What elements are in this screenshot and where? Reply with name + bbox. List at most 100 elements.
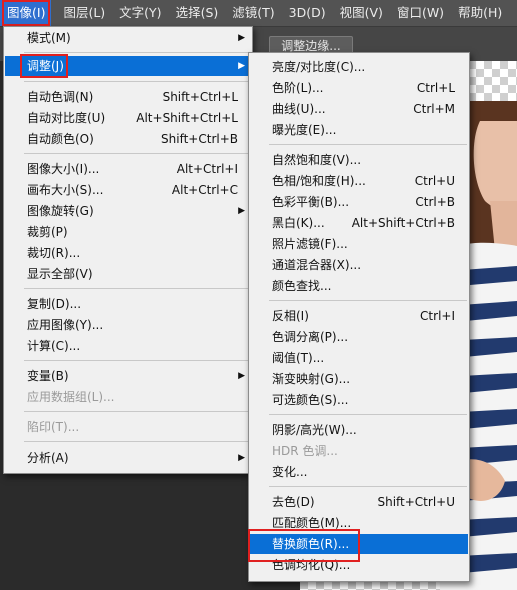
- menu-item-image-rotation[interactable]: 图像旋转(G) ▶: [5, 201, 251, 221]
- menu-item-equalize[interactable]: 色调均化(Q)...: [250, 555, 468, 575]
- menu-separator: [24, 153, 250, 154]
- menu-item-vibrance[interactable]: 自然饱和度(V)...: [250, 150, 468, 170]
- menu-item-label: 色调分离(P)...: [272, 330, 349, 344]
- menu-separator: [24, 441, 250, 442]
- menu-item-threshold[interactable]: 阈值(T)...: [250, 348, 468, 368]
- menu-item-match-color[interactable]: 匹配颜色(M)...: [250, 513, 468, 533]
- menu-item-label: 模式(M): [27, 31, 71, 45]
- image-menu-dropdown: 模式(M) ▶ 调整(J) ▶ 自动色调(N) Shift+Ctrl+L 自动对…: [3, 26, 253, 474]
- menu-item-label: HDR 色调...: [272, 444, 338, 458]
- menu-item-duplicate[interactable]: 复制(D)...: [5, 294, 251, 314]
- menu-separator: [24, 81, 250, 82]
- submenu-arrow-icon: ▶: [238, 61, 245, 71]
- menu-item-shortcut: Ctrl+L: [416, 81, 455, 95]
- menu-item-shortcut: Shift+Ctrl+L: [162, 90, 238, 104]
- menu-item-shortcut: Alt+Shift+Ctrl+B: [351, 216, 455, 230]
- menu-separator: [269, 486, 467, 487]
- menu-item-label: 应用图像(Y)...: [27, 318, 104, 332]
- menu-bar: 图像(I) 图层(L) 文字(Y) 选择(S) 滤镜(T) 3D(D) 视图(V…: [0, 0, 517, 27]
- menu-item-replace-color[interactable]: 替换颜色(R)...: [250, 534, 468, 554]
- menu-window[interactable]: 窗口(W): [390, 0, 451, 26]
- adjustments-submenu: 亮度/对比度(C)... 色阶(L)... Ctrl+L 曲线(U)... Ct…: [248, 52, 470, 582]
- menu-item-exposure[interactable]: 曝光度(E)...: [250, 120, 468, 140]
- menu-help[interactable]: 帮助(H): [451, 0, 509, 26]
- menu-item-color-balance[interactable]: 色彩平衡(B)... Ctrl+B: [250, 192, 468, 212]
- menu-item-label: 渐变映射(G)...: [272, 372, 351, 386]
- menu-separator: [269, 144, 467, 145]
- menu-item-auto-contrast[interactable]: 自动对比度(U) Alt+Shift+Ctrl+L: [5, 108, 251, 128]
- menu-item-levels[interactable]: 色阶(L)... Ctrl+L: [250, 78, 468, 98]
- menu-item-color-lookup[interactable]: 颜色查找...: [250, 276, 468, 296]
- menu-item-label: 反相(I): [272, 309, 309, 323]
- menu-item-selective-color[interactable]: 可选颜色(S)...: [250, 390, 468, 410]
- menu-item-variations[interactable]: 变化...: [250, 462, 468, 482]
- menu-item-label: 匹配颜色(M)...: [272, 516, 352, 530]
- menu-select[interactable]: 选择(S): [169, 0, 226, 26]
- submenu-arrow-icon: ▶: [238, 206, 245, 216]
- menu-item-variables[interactable]: 变量(B) ▶: [5, 366, 251, 386]
- menu-item-calculations[interactable]: 计算(C)...: [5, 336, 251, 356]
- menu-item-label: 颜色查找...: [272, 279, 332, 293]
- menu-item-apply-image[interactable]: 应用图像(Y)...: [5, 315, 251, 335]
- menu-item-label: 照片滤镜(F)...: [272, 237, 348, 251]
- submenu-arrow-icon: ▶: [238, 371, 245, 381]
- menu-item-label: 显示全部(V): [27, 267, 93, 281]
- menu-item-analysis[interactable]: 分析(A) ▶: [5, 448, 251, 468]
- submenu-arrow-icon: ▶: [238, 453, 245, 463]
- menu-item-gradient-map[interactable]: 渐变映射(G)...: [250, 369, 468, 389]
- menu-item-label: 自动对比度(U): [27, 111, 106, 125]
- menu-item-auto-tone[interactable]: 自动色调(N) Shift+Ctrl+L: [5, 87, 251, 107]
- menu-item-label: 自动颜色(O): [27, 132, 94, 146]
- menu-item-adjustments[interactable]: 调整(J) ▶: [5, 56, 251, 76]
- menu-item-label: 图像旋转(G): [27, 204, 94, 218]
- menu-item-label: 裁切(R)...: [27, 246, 81, 260]
- menu-separator: [269, 300, 467, 301]
- menu-item-hdr-toning: HDR 色调...: [250, 441, 468, 461]
- menu-item-label: 图像大小(I)...: [27, 162, 100, 176]
- menu-item-label: 曲线(U)...: [272, 102, 326, 116]
- menu-item-curves[interactable]: 曲线(U)... Ctrl+M: [250, 99, 468, 119]
- menu-item-label: 变量(B): [27, 369, 69, 383]
- menu-item-label: 可选颜色(S)...: [272, 393, 349, 407]
- menu-layer[interactable]: 图层(L): [51, 0, 112, 26]
- menu-item-crop[interactable]: 裁剪(P): [5, 222, 251, 242]
- menu-item-shadows-highlights[interactable]: 阴影/高光(W)...: [250, 420, 468, 440]
- menu-item-desaturate[interactable]: 去色(D) Shift+Ctrl+U: [250, 492, 468, 512]
- menu-item-shortcut: Ctrl+M: [413, 102, 455, 116]
- menu-item-label: 复制(D)...: [27, 297, 82, 311]
- menu-filter[interactable]: 滤镜(T): [225, 0, 281, 26]
- menu-item-brightness-contrast[interactable]: 亮度/对比度(C)...: [250, 57, 468, 77]
- menu-item-label: 色彩平衡(B)...: [272, 195, 350, 209]
- menu-3d[interactable]: 3D(D): [282, 0, 333, 26]
- menu-item-black-white[interactable]: 黑白(K)... Alt+Shift+Ctrl+B: [250, 213, 468, 233]
- submenu-arrow-icon: ▶: [238, 33, 245, 43]
- menu-item-label: 阈值(T)...: [272, 351, 325, 365]
- menu-image[interactable]: 图像(I): [0, 0, 52, 26]
- menu-item-canvas-size[interactable]: 画布大小(S)... Alt+Ctrl+C: [5, 180, 251, 200]
- menu-item-invert[interactable]: 反相(I) Ctrl+I: [250, 306, 468, 326]
- menu-item-hue-saturation[interactable]: 色相/饱和度(H)... Ctrl+U: [250, 171, 468, 191]
- menu-item-mode[interactable]: 模式(M) ▶: [5, 28, 251, 48]
- menu-item-shortcut: Alt+Ctrl+I: [176, 162, 238, 176]
- menu-item-label: 阴影/高光(W)...: [272, 423, 357, 437]
- menu-item-photo-filter[interactable]: 照片滤镜(F)...: [250, 234, 468, 254]
- menu-item-label: 分析(A): [27, 451, 69, 465]
- menu-item-posterize[interactable]: 色调分离(P)...: [250, 327, 468, 347]
- menu-item-channel-mixer[interactable]: 通道混合器(X)...: [250, 255, 468, 275]
- menu-item-shortcut: Shift+Ctrl+U: [377, 495, 455, 509]
- menu-item-trim[interactable]: 裁切(R)...: [5, 243, 251, 263]
- menu-separator: [24, 411, 250, 412]
- menu-item-auto-color[interactable]: 自动颜色(O) Shift+Ctrl+B: [5, 129, 251, 149]
- menu-item-label: 通道混合器(X)...: [272, 258, 362, 272]
- menu-separator: [24, 288, 250, 289]
- menu-item-label: 曝光度(E)...: [272, 123, 337, 137]
- menu-item-image-size[interactable]: 图像大小(I)... Alt+Ctrl+I: [5, 159, 251, 179]
- menu-type[interactable]: 文字(Y): [112, 0, 168, 26]
- menu-separator: [24, 360, 250, 361]
- menu-item-shortcut: Ctrl+B: [415, 195, 455, 209]
- menu-item-label: 裁剪(P): [27, 225, 68, 239]
- menu-item-label: 色阶(L)...: [272, 81, 324, 95]
- menu-item-label: 陷印(T)...: [27, 420, 80, 434]
- menu-item-reveal-all[interactable]: 显示全部(V): [5, 264, 251, 284]
- menu-view[interactable]: 视图(V): [333, 0, 390, 26]
